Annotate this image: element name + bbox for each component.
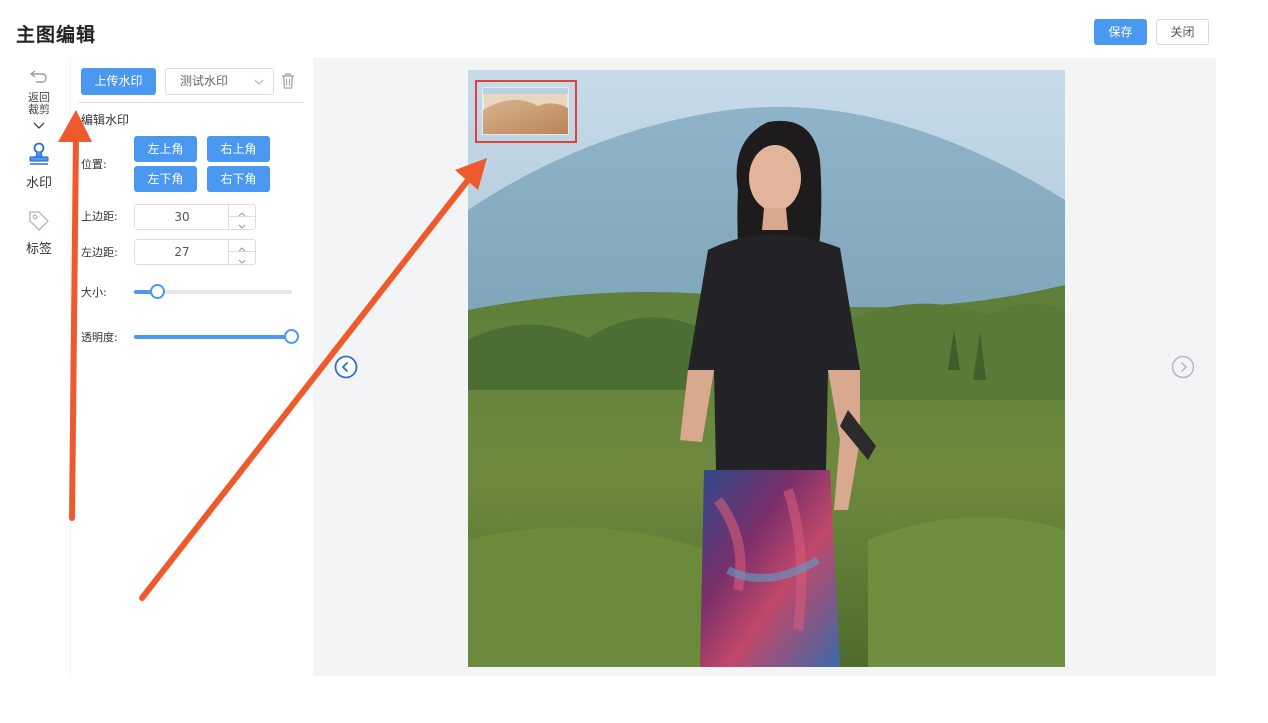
size-label: 大小: (81, 286, 107, 299)
position-bottom-right-button[interactable]: 右下角 (207, 166, 270, 192)
position-top-right-button[interactable]: 右上角 (207, 136, 270, 162)
decrement-button[interactable] (229, 252, 255, 264)
back-to-crop-label: 返回裁剪 (28, 91, 50, 116)
watermark-select-value: 测试水印 (180, 74, 229, 88)
left-margin-label: 左边距: (81, 246, 118, 259)
opacity-slider-handle[interactable] (284, 329, 299, 344)
trash-icon[interactable] (280, 72, 296, 90)
left-margin-stepper[interactable]: 27 (134, 239, 256, 265)
chevron-down-icon (238, 259, 246, 264)
left-margin-value: 27 (174, 245, 190, 259)
rail-label-watermark: 水印 (25, 176, 52, 191)
top-margin-value: 30 (174, 210, 190, 224)
page-title: 主图编辑 (16, 24, 97, 46)
top-margin-spin (228, 205, 255, 229)
rail-item-watermark[interactable]: 水印 (8, 142, 70, 191)
save-button[interactable]: 保存 (1094, 19, 1147, 45)
increment-button[interactable] (229, 205, 255, 217)
tag-icon (29, 211, 49, 231)
position-label: 位置: (81, 158, 107, 171)
section-title: 编辑水印 (81, 113, 130, 127)
position-bottom-left-button[interactable]: 左下角 (134, 166, 197, 192)
preview-canvas (313, 58, 1216, 676)
upload-watermark-button[interactable]: 上传水印 (81, 68, 156, 95)
decrement-button[interactable] (229, 217, 255, 229)
chevron-down-icon (33, 122, 45, 129)
back-to-crop-button[interactable]: 返回裁剪 (8, 68, 70, 135)
tool-rail: 返回裁剪 水印 标签 (8, 58, 71, 676)
watermark-panel: 上传水印 测试水印 编辑水印 位置: 左上角 右上角 左下角 右下角 上边距: … (72, 58, 312, 676)
opacity-slider[interactable] (134, 329, 299, 344)
rail-label-tag: 标签 (25, 242, 52, 257)
rail-item-tag[interactable]: 标签 (8, 208, 70, 257)
opacity-slider-fill (134, 335, 292, 339)
product-photo (468, 70, 1065, 667)
watermark-select[interactable]: 测试水印 (165, 68, 274, 95)
top-margin-label: 上边距: (81, 210, 118, 223)
increment-button[interactable] (229, 240, 255, 252)
header: 主图编辑 保存 关闭 (0, 0, 1268, 60)
size-slider-handle[interactable] (150, 284, 165, 299)
panel-divider (78, 102, 304, 103)
stamp-icon (29, 142, 49, 165)
chevron-down-icon (238, 224, 246, 229)
undo-arrow-icon (29, 70, 47, 83)
chevron-down-icon (254, 79, 264, 85)
position-top-left-button[interactable]: 左上角 (134, 136, 197, 162)
chevron-right-circle-icon[interactable] (1171, 355, 1195, 379)
main-image-editor: 主图编辑 保存 关闭 返回裁剪 水印 标签 上传水印 测试水印 编辑水印 位置:… (0, 0, 1268, 723)
left-margin-spin (228, 240, 255, 264)
chevron-left-circle-icon[interactable] (334, 355, 358, 379)
top-margin-stepper[interactable]: 30 (134, 204, 256, 230)
opacity-label: 透明度: (81, 331, 118, 344)
close-button[interactable]: 关闭 (1156, 19, 1209, 45)
size-slider[interactable] (134, 284, 292, 299)
